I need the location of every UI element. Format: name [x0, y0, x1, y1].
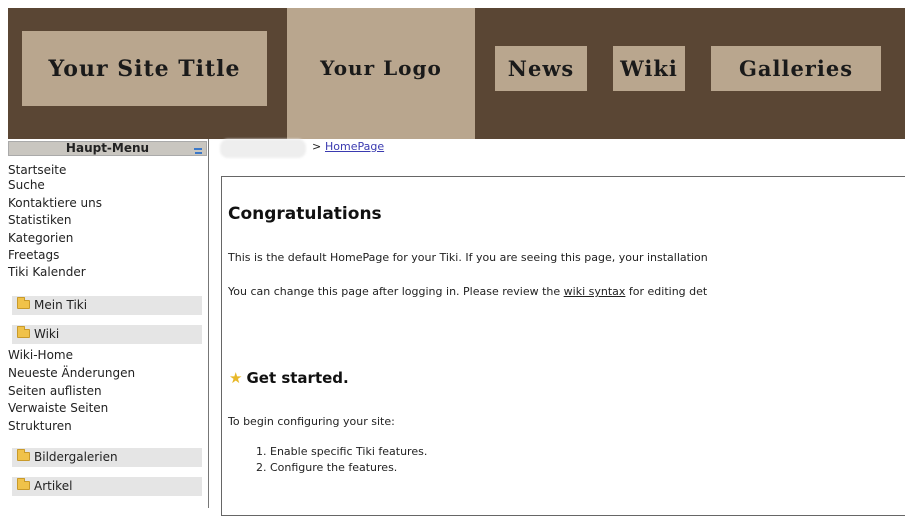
- menu-section-label: Artikel: [34, 479, 73, 493]
- menu-item-wiki-home[interactable]: Wiki-Home: [8, 349, 73, 362]
- folder-icon: [17, 478, 30, 490]
- menu-item-kategorien[interactable]: Kategorien: [8, 232, 73, 245]
- menu-item-seiten-auflisten[interactable]: Seiten auflisten: [8, 385, 102, 398]
- sidebar: Haupt-Menu Startseite Suche Kontaktiere …: [8, 139, 208, 508]
- menu-item-verwaiste-seiten[interactable]: Verwaiste Seiten: [8, 402, 108, 415]
- nav-news[interactable]: News: [495, 46, 587, 91]
- folder-icon: [17, 326, 30, 338]
- menu-item-kalender[interactable]: Tiki Kalender: [8, 266, 86, 279]
- get-started-heading: ★ Get started.: [229, 369, 349, 387]
- nav-wiki[interactable]: Wiki: [613, 46, 685, 91]
- breadcrumb-separator: >: [312, 140, 322, 153]
- menu-item-freetags[interactable]: Freetags: [8, 249, 59, 262]
- menu-item-suche[interactable]: Suche: [8, 179, 45, 192]
- menu-item-kontakt[interactable]: Kontaktiere uns: [8, 197, 102, 210]
- breadcrumb-blurred-segment: [220, 139, 306, 158]
- wiki-syntax-link[interactable]: wiki syntax: [564, 285, 626, 298]
- folder-icon: [17, 297, 30, 309]
- site-title[interactable]: Your Site Title: [22, 31, 267, 106]
- steps-list: Enable specific Tiki features. Configure…: [228, 444, 427, 476]
- menu-item-strukturen[interactable]: Strukturen: [8, 420, 72, 433]
- star-icon: ★: [229, 369, 243, 387]
- begin-text: To begin configuring your site:: [228, 415, 395, 428]
- site-header: Your Site Title Your Logo News Wiki Gall…: [8, 8, 905, 139]
- intro-text: This is the default HomePage for your Ti…: [228, 251, 708, 264]
- main-menu-title[interactable]: Haupt-Menu: [8, 141, 207, 156]
- menu-section-label: Wiki: [34, 327, 60, 341]
- change-text: You can change this page after logging i…: [228, 285, 707, 298]
- change-text-suffix: for editing det: [625, 285, 708, 298]
- folder-icon: [17, 449, 30, 461]
- menu-section-bildergalerien[interactable]: Bildergalerien: [12, 448, 202, 467]
- get-started-label: Get started.: [246, 369, 349, 387]
- column-divider: [208, 139, 209, 508]
- nav-galleries[interactable]: Galleries: [711, 46, 881, 91]
- menu-section-wiki[interactable]: Wiki: [12, 325, 202, 344]
- page-heading: Congratulations: [228, 204, 382, 224]
- menu-section-label: Bildergalerien: [34, 450, 118, 464]
- breadcrumb-homepage-link[interactable]: HomePage: [325, 140, 384, 153]
- menu-item-neueste-aenderungen[interactable]: Neueste Änderungen: [8, 367, 135, 380]
- menu-section-mein-tiki[interactable]: Mein Tiki: [12, 296, 202, 315]
- menu-section-label: Mein Tiki: [34, 298, 88, 312]
- change-text-prefix: You can change this page after logging i…: [228, 285, 564, 298]
- list-item: Enable specific Tiki features.: [270, 444, 427, 460]
- site-logo[interactable]: Your Logo: [287, 8, 475, 139]
- menu-item-startseite[interactable]: Startseite: [8, 164, 66, 177]
- menu-toggle-icon[interactable]: [194, 145, 202, 154]
- main-menu-title-label: Haupt-Menu: [65, 141, 150, 155]
- menu-section-artikel[interactable]: Artikel: [12, 477, 202, 496]
- menu-item-statistiken[interactable]: Statistiken: [8, 214, 72, 227]
- list-item: Configure the features.: [270, 460, 427, 476]
